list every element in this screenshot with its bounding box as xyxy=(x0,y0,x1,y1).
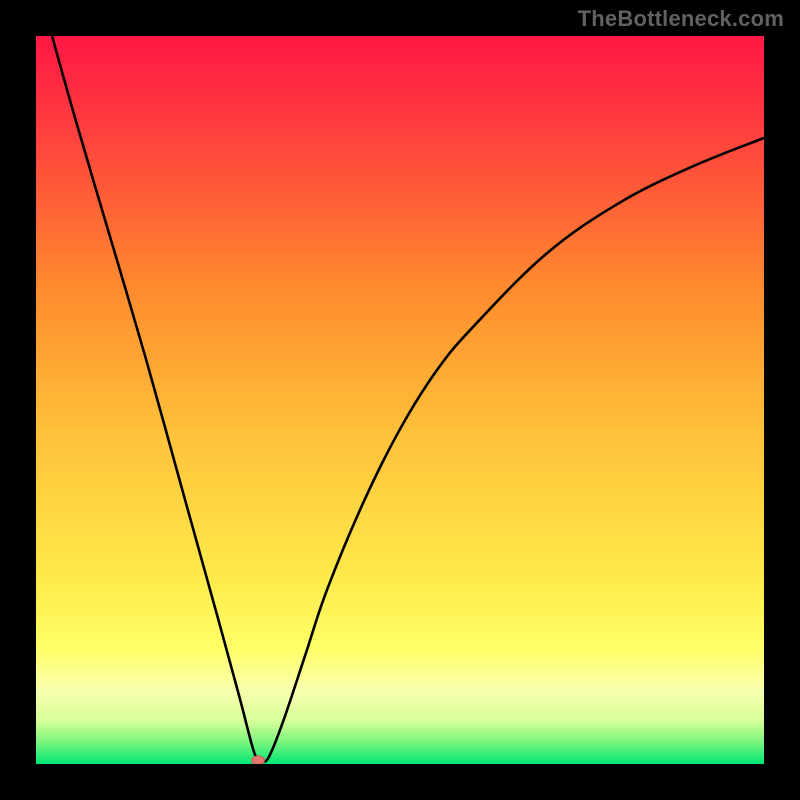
plot-area xyxy=(36,36,764,764)
bottleneck-curve xyxy=(36,36,764,764)
watermark-text: TheBottleneck.com xyxy=(578,6,784,32)
chart-outer-frame: TheBottleneck.com xyxy=(0,0,800,800)
minimum-marker xyxy=(252,756,265,764)
